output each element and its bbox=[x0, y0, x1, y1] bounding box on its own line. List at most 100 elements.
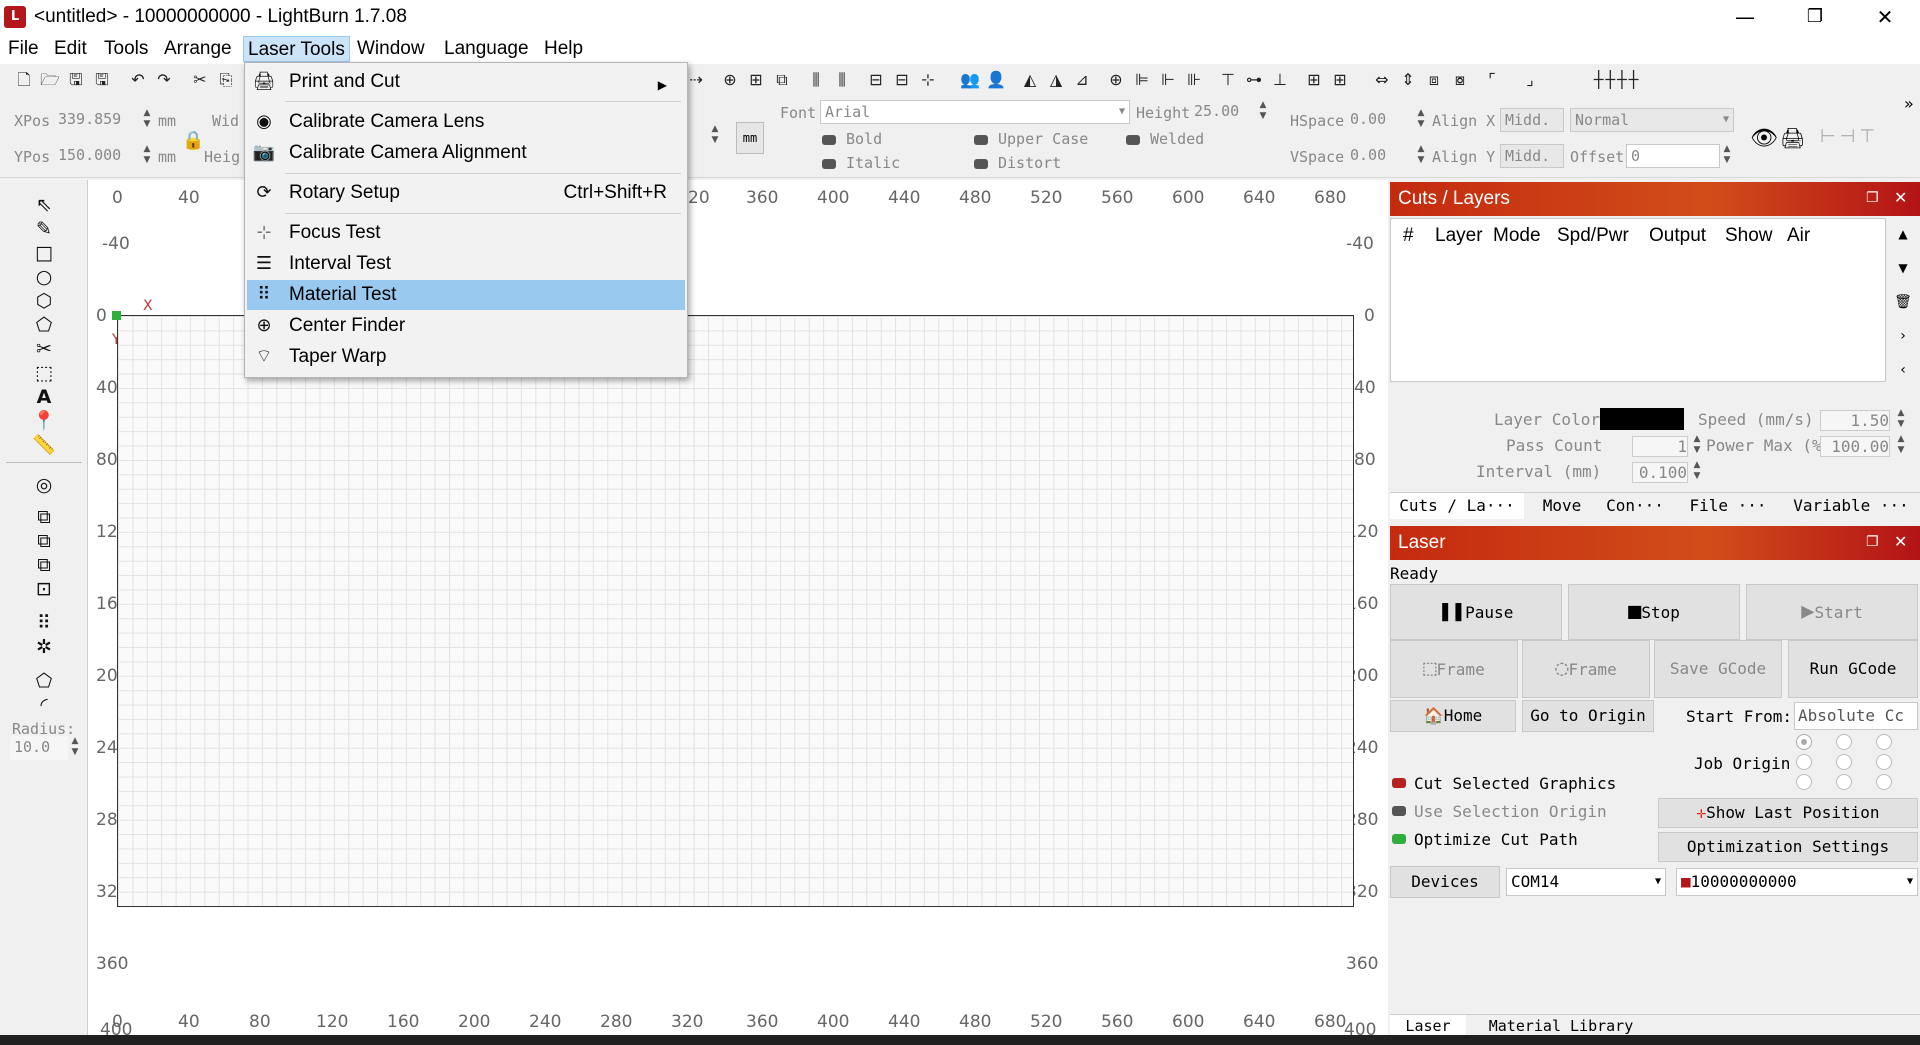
run-gcode-button[interactable]: Run GCode bbox=[1788, 640, 1918, 698]
xpos-spinner[interactable]: ▲ ▼ bbox=[140, 108, 154, 132]
polygon-icon[interactable]: ⬡ bbox=[30, 290, 58, 312]
dock-icon[interactable]: ⧇ bbox=[1450, 70, 1470, 90]
start-button[interactable]: ▶Start bbox=[1746, 584, 1918, 640]
delete-layer-icon[interactable]: 🗑 bbox=[1890, 288, 1916, 316]
layers-table[interactable]: # Layer Mode Spd/Pwr Output Show Air bbox=[1390, 218, 1886, 382]
move-apart-icon[interactable]: ⇕ bbox=[1398, 70, 1418, 90]
offset-shapes-icon[interactable]: ◎ bbox=[30, 474, 58, 496]
interval-spinner[interactable]: ▲ ▼ bbox=[1690, 460, 1704, 482]
menu-tools[interactable]: Tools bbox=[100, 36, 152, 62]
user-icon[interactable]: 👤 bbox=[986, 70, 1006, 90]
edit-nodes-icon[interactable]: ✂ bbox=[30, 338, 58, 360]
menu-item-print-and-cut[interactable]: 🖨 Print and Cut ▶ bbox=[247, 67, 685, 97]
float-panel-icon[interactable]: ❐ bbox=[1866, 534, 1879, 550]
offset-spinner[interactable]: ▲ ▼ bbox=[1720, 144, 1734, 168]
align-middle-icon[interactable]: ⊶ bbox=[1244, 70, 1264, 90]
menu-item-calibrate-camera-lens[interactable]: ◉ Calibrate Camera Lens bbox=[247, 107, 685, 137]
space-v-icon[interactable]: ⊟ bbox=[892, 70, 912, 90]
lock-icon[interactable]: 🔒 bbox=[182, 130, 204, 151]
boolean-union-icon[interactable]: ⧉ bbox=[30, 530, 58, 552]
copy-icon[interactable]: ⎘ bbox=[216, 70, 236, 90]
menu-item-rotary-setup[interactable]: ⟳ Rotary Setup Ctrl+Shift+R bbox=[247, 178, 685, 208]
use-selection-origin-toggle[interactable] bbox=[1392, 806, 1406, 816]
job-origin-radio[interactable] bbox=[1796, 734, 1812, 750]
shape-icon[interactable]: ⬠ bbox=[30, 314, 58, 336]
ellipse-icon[interactable]: ○ bbox=[30, 266, 58, 288]
pen-icon[interactable]: ✎ bbox=[30, 218, 58, 240]
frame-rect-button[interactable]: ⬚Frame bbox=[1390, 640, 1518, 698]
job-origin-radio[interactable] bbox=[1836, 734, 1852, 750]
size-spinner[interactable]: ▲ ▼ bbox=[708, 124, 722, 148]
job-origin-radio[interactable] bbox=[1876, 774, 1892, 790]
work-area-grid[interactable] bbox=[117, 315, 1354, 907]
pass-count-field[interactable]: 1 bbox=[1632, 436, 1688, 457]
save-gcode-button[interactable]: Save GCode bbox=[1654, 640, 1782, 698]
close-button[interactable]: ✕ bbox=[1850, 0, 1920, 34]
menu-language[interactable]: Language bbox=[440, 36, 533, 62]
send-icon[interactable]: ⇢ bbox=[686, 70, 706, 90]
align-right-icon[interactable]: ⊪ bbox=[1184, 70, 1204, 90]
speed-spinner[interactable]: ▲ ▼ bbox=[1894, 408, 1908, 430]
interval-field[interactable]: 0.100 bbox=[1632, 462, 1688, 483]
distribute-h-icon[interactable]: ⫼ bbox=[832, 70, 852, 90]
stop-button[interactable]: ■Stop bbox=[1568, 584, 1740, 640]
menu-arrange[interactable]: Arrange bbox=[160, 36, 236, 62]
distribute-icon[interactable]: ⫼ bbox=[806, 70, 826, 90]
distribute-h2-icon[interactable]: ⊞ bbox=[1304, 70, 1324, 90]
dock-align-icon[interactable]: ⊢⊣⊤ bbox=[1820, 126, 1879, 147]
job-origin-radio[interactable] bbox=[1796, 774, 1812, 790]
menu-file[interactable]: File bbox=[4, 36, 43, 62]
group-icon[interactable]: ⧉ bbox=[772, 70, 792, 90]
measure-icon[interactable]: ┼┼┼┼ bbox=[1572, 70, 1662, 90]
bold-checkbox[interactable] bbox=[822, 134, 836, 149]
rectangle-icon[interactable]: □ bbox=[30, 242, 58, 264]
vspace-field[interactable]: 0.00 bbox=[1346, 144, 1412, 168]
font-height-field[interactable]: 25.00 bbox=[1190, 100, 1254, 124]
tab-laser[interactable]: Laser bbox=[1390, 1015, 1466, 1037]
collapse-left-icon[interactable]: ‹ bbox=[1890, 356, 1916, 384]
align-left-icon[interactable]: ⊫ bbox=[1132, 70, 1152, 90]
print-cut-icon[interactable]: 🖨 bbox=[1780, 126, 1805, 150]
font-height-spinner[interactable]: ▲ ▼ bbox=[1256, 100, 1270, 124]
menu-item-taper-warp[interactable]: ⌔ Taper Warp bbox=[247, 342, 685, 372]
save-icon[interactable]: 🖫 bbox=[66, 70, 86, 90]
devices-button[interactable]: Devices bbox=[1390, 866, 1500, 898]
optimization-settings-button[interactable]: Optimization Settings bbox=[1658, 832, 1918, 862]
ypos-spinner[interactable]: ▲ ▼ bbox=[140, 144, 154, 168]
boolean-intersect-icon[interactable]: ⊡ bbox=[30, 578, 58, 600]
speed-field[interactable]: 1.50 bbox=[1820, 410, 1890, 431]
redo-icon[interactable]: ↷ bbox=[154, 70, 174, 90]
align-center-icon[interactable]: ⊩ bbox=[1158, 70, 1178, 90]
offset-field[interactable]: 0 bbox=[1626, 144, 1720, 168]
expand-icon[interactable]: » bbox=[1904, 94, 1914, 113]
menu-help[interactable]: Help bbox=[540, 36, 587, 62]
mm-button[interactable]: mm bbox=[736, 122, 764, 154]
power-max-spinner[interactable]: ▲ ▼ bbox=[1894, 434, 1908, 456]
job-origin-radio[interactable] bbox=[1876, 734, 1892, 750]
flip-h-icon[interactable]: ◭ bbox=[1020, 70, 1040, 90]
open-file-icon[interactable]: 🗁 bbox=[40, 70, 60, 90]
convert-path-icon[interactable]: ⬠ bbox=[30, 670, 58, 692]
menu-item-center-finder[interactable]: ⊕ Center Finder bbox=[247, 311, 685, 341]
text-mode-select[interactable]: Normal ▼ bbox=[1570, 108, 1734, 132]
radius-spinner[interactable]: ▲ ▼ bbox=[68, 736, 82, 760]
corner-radius-icon[interactable]: ◜ bbox=[30, 694, 58, 716]
xpos-field[interactable]: 339.859 bbox=[54, 108, 140, 132]
ypos-field[interactable]: 150.000 bbox=[54, 144, 140, 168]
menu-item-material-test[interactable]: ⠿ Material Test bbox=[247, 280, 685, 310]
flip-v-icon[interactable]: ⊿ bbox=[1072, 70, 1092, 90]
menu-item-focus-test[interactable]: ⊹ Focus Test bbox=[247, 218, 685, 248]
menu-item-interval-test[interactable]: ☰ Interval Test bbox=[247, 249, 685, 279]
show-last-position-button[interactable]: ✛Show Last Position bbox=[1658, 798, 1918, 828]
move-together-icon[interactable]: ⇔ bbox=[1372, 70, 1392, 90]
font-select[interactable]: Arial ▼ bbox=[820, 100, 1130, 124]
camera-view-icon[interactable]: 👁 bbox=[1750, 126, 1778, 151]
menu-laser-tools[interactable]: Laser Tools bbox=[243, 36, 350, 62]
tab-material-library[interactable]: Material Library bbox=[1476, 1015, 1646, 1037]
port-select[interactable]: COM14 ▼ bbox=[1506, 868, 1666, 896]
circular-array-icon[interactable]: ✲ bbox=[30, 636, 58, 658]
boolean-subtract-icon[interactable]: ⧉ bbox=[30, 554, 58, 576]
align-bottom-icon[interactable]: ⊥ bbox=[1270, 70, 1290, 90]
distribute-v2-icon[interactable]: ⊞ bbox=[1330, 70, 1350, 90]
undo-icon[interactable]: ↶ bbox=[128, 70, 148, 90]
